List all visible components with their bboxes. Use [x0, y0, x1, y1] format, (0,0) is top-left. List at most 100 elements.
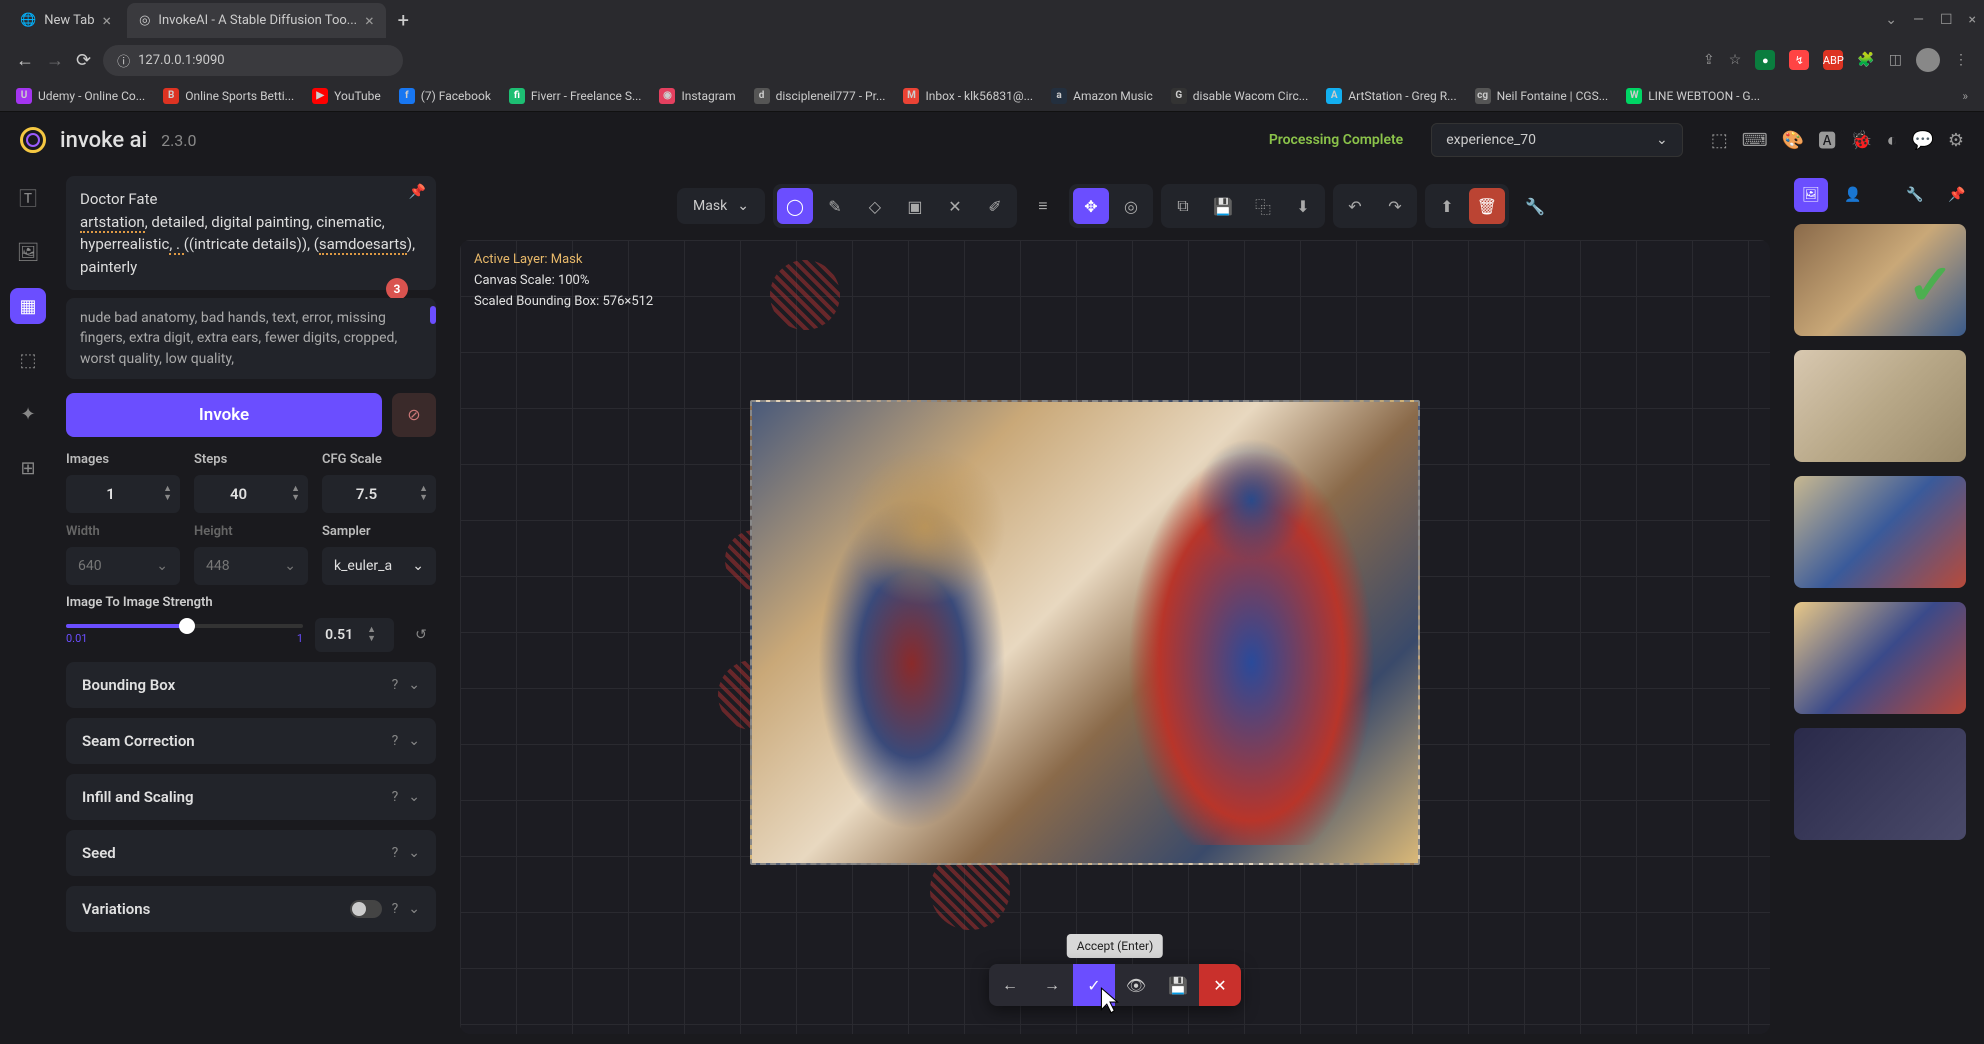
minimize-icon[interactable]: —: [1913, 12, 1924, 28]
reset-strength-button[interactable]: ↺: [406, 620, 436, 650]
height-select[interactable]: 448⌄: [194, 547, 308, 585]
images-input[interactable]: 1▲▼: [66, 475, 180, 513]
clear-mask-tool[interactable]: ✕: [937, 188, 973, 224]
bookmark-item[interactable]: fiFiverr - Freelance S...: [509, 88, 642, 104]
generated-image[interactable]: [750, 400, 1420, 865]
variations-toggle[interactable]: [350, 900, 382, 918]
reset-canvas-button[interactable]: 🗑: [1469, 188, 1505, 224]
layer-select[interactable]: Mask⌄: [677, 188, 765, 224]
share-icon[interactable]: ⇪: [1703, 52, 1715, 68]
accordion-seed[interactable]: Seed?⌄: [66, 830, 436, 876]
bookmark-star-icon[interactable]: ☆: [1729, 52, 1742, 68]
gallery-thumbnail[interactable]: [1794, 350, 1966, 462]
gallery-settings-icon[interactable]: 🔧: [1898, 178, 1932, 212]
bookmark-item[interactable]: UUdemy - Online Co...: [16, 88, 145, 104]
extension-icon[interactable]: ●: [1755, 50, 1775, 70]
merge-button[interactable]: ⧉: [1165, 188, 1201, 224]
settings-icon[interactable]: ⚙: [1948, 130, 1964, 151]
bookmark-item[interactable]: BOnline Sports Betti...: [163, 88, 294, 104]
sidepanel-icon[interactable]: ◫: [1889, 52, 1902, 68]
staging-prev-button[interactable]: ←: [989, 964, 1031, 1006]
width-select[interactable]: 640⌄: [66, 547, 180, 585]
negative-prompt[interactable]: nude bad anatomy, bad hands, text, error…: [66, 298, 436, 379]
cancel-button[interactable]: ⊘: [392, 393, 436, 437]
copy-button[interactable]: ⿻: [1245, 188, 1281, 224]
gallery-pin-icon[interactable]: 📌: [1940, 178, 1974, 212]
keyboard-icon[interactable]: ⌨: [1742, 130, 1768, 151]
accordion-seam-correction[interactable]: Seam Correction?⌄: [66, 718, 436, 764]
adblock-icon[interactable]: ABP: [1823, 50, 1843, 70]
gallery-thumbnail[interactable]: [1794, 602, 1966, 714]
gallery-thumbnail[interactable]: ✓: [1794, 224, 1966, 336]
canvas-viewport[interactable]: Active Layer: Mask Canvas Scale: 100% Sc…: [460, 240, 1770, 1034]
strength-slider[interactable]: [66, 624, 303, 628]
bbox-tool[interactable]: ◎: [1113, 188, 1149, 224]
accordion-variations[interactable]: Variations?⌄: [66, 886, 436, 932]
color-picker-tool[interactable]: ✐: [977, 188, 1013, 224]
staging-save-button[interactable]: 💾: [1157, 964, 1199, 1006]
bookmark-item[interactable]: ▶YouTube: [312, 88, 381, 104]
back-button[interactable]: ←: [16, 50, 34, 71]
upload-button[interactable]: ⬆: [1429, 188, 1465, 224]
bookmark-item[interactable]: cgNeil Fontaine | CGS...: [1475, 88, 1609, 104]
menu-icon[interactable]: ⋮: [1954, 52, 1968, 68]
fill-tool[interactable]: ▣: [897, 188, 933, 224]
add-tab-button[interactable]: +: [398, 8, 409, 32]
close-icon[interactable]: ×: [103, 11, 112, 30]
profile-avatar-icon[interactable]: [1916, 48, 1940, 72]
pin-icon[interactable]: 📌: [409, 184, 426, 200]
close-window-icon[interactable]: ×: [1969, 12, 1976, 28]
rail-training[interactable]: ⊞: [10, 450, 46, 486]
redo-button[interactable]: ↷: [1377, 188, 1413, 224]
maximize-icon[interactable]: ☐: [1940, 12, 1953, 28]
chevron-down-icon[interactable]: ⌄: [1885, 12, 1897, 28]
staging-accept-button[interactable]: ✓: [1073, 964, 1115, 1006]
discord-icon[interactable]: 💬: [1911, 130, 1933, 151]
url-input[interactable]: ⓘ 127.0.0.1:9090: [103, 45, 403, 76]
positive-prompt[interactable]: 📌 Doctor Fate artstation, detailed, digi…: [66, 176, 436, 290]
strength-value[interactable]: 0.51▲▼: [315, 618, 394, 652]
bookmark-item[interactable]: aAmazon Music: [1051, 88, 1153, 104]
extensions-icon[interactable]: 🧩: [1857, 52, 1874, 68]
save-button[interactable]: 💾: [1205, 188, 1241, 224]
rail-img2img[interactable]: 🖼: [10, 234, 46, 270]
gallery-tab-results[interactable]: 🖼: [1794, 178, 1828, 212]
gallery-thumbnail[interactable]: [1794, 476, 1966, 588]
rail-txt2img[interactable]: 🅃: [10, 180, 46, 216]
accordion-infill-scaling[interactable]: Infill and Scaling?⌄: [66, 774, 436, 820]
bookmark-item[interactable]: WLINE WEBTOON - G...: [1626, 88, 1760, 104]
invoke-button[interactable]: Invoke: [66, 393, 382, 437]
bookmark-item[interactable]: MInbox - klk56831@...: [903, 88, 1033, 104]
bookmark-item[interactable]: ddiscipleneil777 - Pr...: [754, 88, 886, 104]
bug-icon[interactable]: 🐞: [1850, 130, 1872, 151]
pencil-tool[interactable]: ✎: [817, 188, 853, 224]
gallery-tab-user[interactable]: 👤: [1836, 178, 1870, 212]
github-icon[interactable]: ◐: [1887, 130, 1898, 151]
canvas-settings-button[interactable]: 🔧: [1517, 188, 1553, 224]
model-select[interactable]: experience_70 ⌄: [1431, 123, 1683, 157]
staging-next-button[interactable]: →: [1031, 964, 1073, 1006]
download-button[interactable]: ⬇: [1285, 188, 1321, 224]
forward-button[interactable]: →: [46, 50, 64, 71]
embeddings-badge[interactable]: 3: [386, 278, 408, 300]
bookmark-item[interactable]: ◉Instagram: [659, 88, 735, 104]
move-tool[interactable]: ✥: [1073, 188, 1109, 224]
sampler-select[interactable]: k_euler_a⌄: [322, 547, 436, 585]
rail-nodes[interactable]: ⬚: [10, 342, 46, 378]
undo-button[interactable]: ↶: [1337, 188, 1373, 224]
staging-discard-button[interactable]: ✕: [1199, 964, 1241, 1006]
bookmark-item[interactable]: f(7) Facebook: [399, 88, 491, 104]
rail-postprocess[interactable]: ✦: [10, 396, 46, 432]
bookmark-item[interactable]: AArtStation - Greg R...: [1326, 88, 1456, 104]
cfg-input[interactable]: 7.5▲▼: [322, 475, 436, 513]
accordion-bounding-box[interactable]: Bounding Box?⌄: [66, 662, 436, 708]
bookmarks-overflow-icon[interactable]: »: [1962, 89, 1968, 103]
staging-toggle-button[interactable]: 👁: [1115, 964, 1157, 1006]
rail-canvas[interactable]: ▦: [10, 288, 46, 324]
brush-tool[interactable]: ◯: [777, 188, 813, 224]
steps-input[interactable]: 40▲▼: [194, 475, 308, 513]
theme-icon[interactable]: 🎨: [1782, 130, 1804, 151]
reload-button[interactable]: ⟳: [76, 50, 91, 71]
tab-new[interactable]: 🌐 New Tab ×: [8, 3, 123, 38]
cube-icon[interactable]: ⬚: [1711, 130, 1728, 151]
